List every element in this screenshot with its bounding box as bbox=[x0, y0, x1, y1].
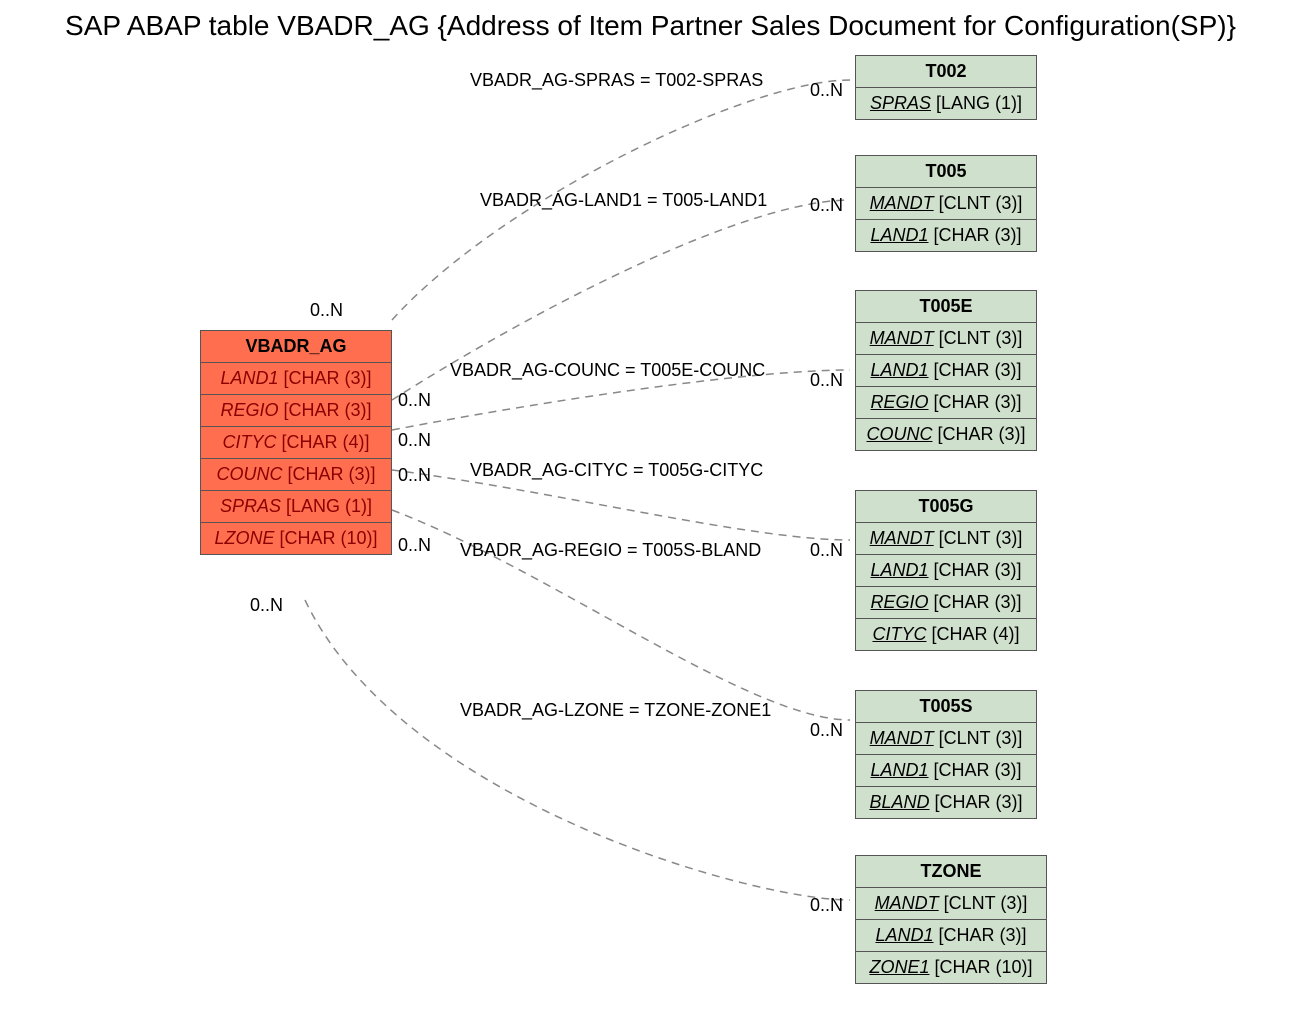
entity-field: MANDT [CLNT (3)] bbox=[856, 323, 1036, 355]
entity-field: LAND1 [CHAR (3)] bbox=[856, 555, 1036, 587]
entity-header: VBADR_AG bbox=[201, 331, 391, 363]
entity-t005g: T005G MANDT [CLNT (3)] LAND1 [CHAR (3)] … bbox=[855, 490, 1037, 651]
entity-field: ZONE1 [CHAR (10)] bbox=[856, 952, 1046, 983]
entity-field: LZONE [CHAR (10)] bbox=[201, 523, 391, 554]
relation-label: VBADR_AG-LZONE = TZONE-ZONE1 bbox=[460, 700, 771, 721]
entity-field: LAND1 [CHAR (3)] bbox=[856, 755, 1036, 787]
cardinality-right: 0..N bbox=[810, 195, 843, 216]
cardinality-left: 0..N bbox=[398, 465, 431, 486]
entity-field: REGIO [CHAR (3)] bbox=[856, 387, 1036, 419]
page-title: SAP ABAP table VBADR_AG {Address of Item… bbox=[0, 10, 1301, 42]
entity-field: REGIO [CHAR (3)] bbox=[201, 395, 391, 427]
entity-field: MANDT [CLNT (3)] bbox=[856, 188, 1036, 220]
relation-label: VBADR_AG-REGIO = T005S-BLAND bbox=[460, 540, 761, 561]
entity-field: CITYC [CHAR (4)] bbox=[856, 619, 1036, 650]
entity-field: CITYC [CHAR (4)] bbox=[201, 427, 391, 459]
entity-t002: T002 SPRAS [LANG (1)] bbox=[855, 55, 1037, 120]
entity-t005s: T005S MANDT [CLNT (3)] LAND1 [CHAR (3)] … bbox=[855, 690, 1037, 819]
entity-field: SPRAS [LANG (1)] bbox=[201, 491, 391, 523]
cardinality-left: 0..N bbox=[398, 390, 431, 411]
entity-tzone: TZONE MANDT [CLNT (3)] LAND1 [CHAR (3)] … bbox=[855, 855, 1047, 984]
cardinality-right: 0..N bbox=[810, 540, 843, 561]
entity-field: BLAND [CHAR (3)] bbox=[856, 787, 1036, 818]
entity-field: COUNC [CHAR (3)] bbox=[201, 459, 391, 491]
cardinality-right: 0..N bbox=[810, 80, 843, 101]
entity-vbadr-ag: VBADR_AG LAND1 [CHAR (3)] REGIO [CHAR (3… bbox=[200, 330, 392, 555]
entity-field: LAND1 [CHAR (3)] bbox=[201, 363, 391, 395]
entity-field: REGIO [CHAR (3)] bbox=[856, 587, 1036, 619]
entity-t005: T005 MANDT [CLNT (3)] LAND1 [CHAR (3)] bbox=[855, 155, 1037, 252]
cardinality-left: 0..N bbox=[250, 595, 283, 616]
entity-field: MANDT [CLNT (3)] bbox=[856, 888, 1046, 920]
entity-field: MANDT [CLNT (3)] bbox=[856, 523, 1036, 555]
relation-label: VBADR_AG-SPRAS = T002-SPRAS bbox=[470, 70, 763, 91]
entity-header: T005 bbox=[856, 156, 1036, 188]
entity-field: LAND1 [CHAR (3)] bbox=[856, 355, 1036, 387]
relation-label: VBADR_AG-CITYC = T005G-CITYC bbox=[470, 460, 763, 481]
entity-field: SPRAS [LANG (1)] bbox=[856, 88, 1036, 119]
entity-header: TZONE bbox=[856, 856, 1046, 888]
entity-t005e: T005E MANDT [CLNT (3)] LAND1 [CHAR (3)] … bbox=[855, 290, 1037, 451]
relation-label: VBADR_AG-COUNC = T005E-COUNC bbox=[450, 360, 765, 381]
entity-field: COUNC [CHAR (3)] bbox=[856, 419, 1036, 450]
entity-header: T005G bbox=[856, 491, 1036, 523]
cardinality-left: 0..N bbox=[310, 300, 343, 321]
cardinality-left: 0..N bbox=[398, 430, 431, 451]
cardinality-right: 0..N bbox=[810, 720, 843, 741]
entity-header: T002 bbox=[856, 56, 1036, 88]
relation-lines bbox=[0, 0, 1301, 1027]
cardinality-right: 0..N bbox=[810, 895, 843, 916]
cardinality-right: 0..N bbox=[810, 370, 843, 391]
entity-field: LAND1 [CHAR (3)] bbox=[856, 220, 1036, 251]
entity-header: T005E bbox=[856, 291, 1036, 323]
entity-field: MANDT [CLNT (3)] bbox=[856, 723, 1036, 755]
cardinality-left: 0..N bbox=[398, 535, 431, 556]
entity-field: LAND1 [CHAR (3)] bbox=[856, 920, 1046, 952]
relation-label: VBADR_AG-LAND1 = T005-LAND1 bbox=[480, 190, 767, 211]
entity-header: T005S bbox=[856, 691, 1036, 723]
